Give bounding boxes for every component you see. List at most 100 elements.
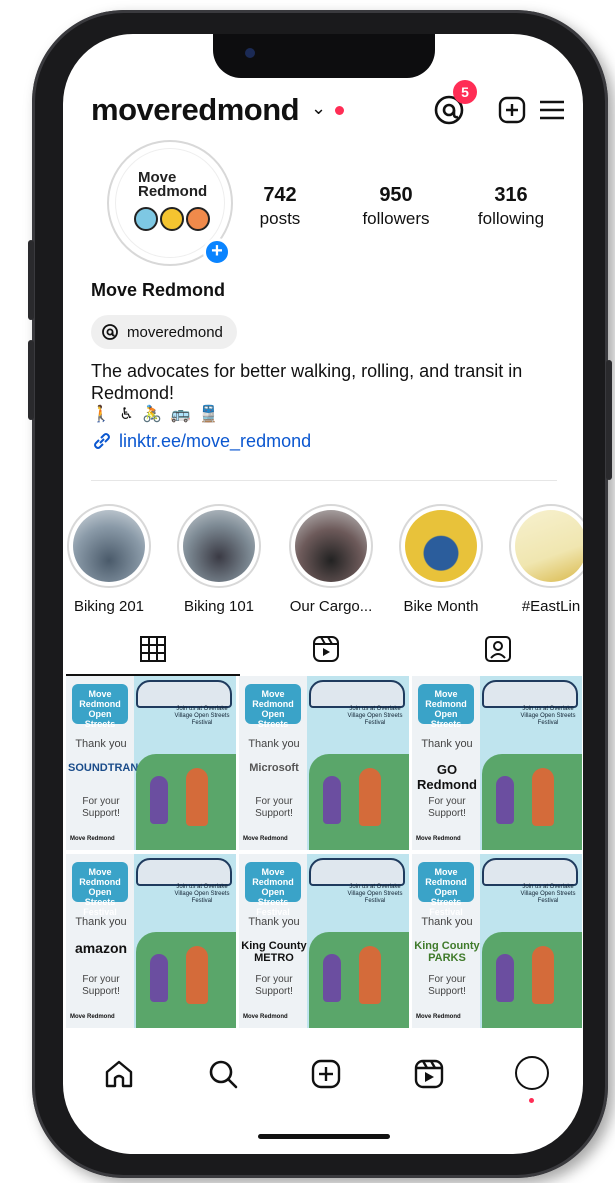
bio-link[interactable]: linktr.ee/move_redmond [91, 430, 311, 452]
highlight-biking-201[interactable]: Biking 201 [63, 504, 157, 615]
following-count: 316 [494, 184, 528, 206]
tab-posts-grid[interactable] [138, 634, 168, 664]
post-footer: Move Redmond [416, 1014, 461, 1020]
followers-count: 950 [379, 184, 413, 206]
posts-stat[interactable]: 742 posts [235, 184, 325, 229]
post-support: For your Support! [82, 974, 120, 997]
post-support: For your Support! [82, 796, 120, 819]
highlight-thumbnail [405, 510, 477, 582]
username[interactable]: moveredmond [91, 92, 300, 128]
post-support: For your Support! [255, 796, 293, 819]
post-footer: Move Redmond [243, 836, 288, 842]
bio-link-text: linktr.ee/move_redmond [119, 430, 312, 451]
highlight-label: Bike Month [403, 598, 479, 615]
threads-handle: moveredmond [127, 323, 223, 341]
avatar-mode-icons [134, 207, 210, 231]
post-tile[interactable]: Move Redmond Open Streets Thank you Micr… [239, 676, 409, 850]
following-stat[interactable]: 316 following [461, 184, 561, 229]
followers-stat[interactable]: 950 followers [346, 184, 446, 229]
highlight-thumbnail [73, 510, 145, 582]
figure-illustration [359, 768, 381, 826]
reels-icon [313, 636, 339, 662]
train-illustration [136, 858, 232, 886]
phone-power-button [606, 360, 612, 480]
post-thanks: Thank you [248, 738, 300, 750]
home-indicator [258, 1134, 390, 1139]
create-icon[interactable] [308, 1056, 344, 1092]
phone-side-button [28, 340, 34, 420]
post-tile[interactable]: Move Redmond Open Streets Thank you SOUN… [66, 676, 236, 850]
highlight-bike-month[interactable]: Bike Month [393, 504, 489, 615]
profile-header: moveredmond ⌄ 5 [91, 80, 564, 132]
post-sponsor: Microsoft [249, 762, 299, 774]
train-illustration [309, 858, 405, 886]
divider [91, 480, 557, 481]
bio-text: The advocates for better walking, rollin… [91, 361, 523, 403]
hamburger-menu-icon[interactable] [536, 94, 568, 126]
camera-icon [245, 48, 255, 58]
train-illustration [136, 680, 232, 708]
highlight-thumbnail [183, 510, 255, 582]
figure-illustration [323, 954, 341, 1002]
post-sponsor: GO Redmond [417, 762, 477, 792]
threads-icon [102, 324, 118, 340]
post-tile[interactable]: Move Redmond Open Streets Festival Thank… [66, 854, 236, 1028]
highlight-ring [289, 504, 373, 588]
post-logo: Move Redmond Open Streets Festival [72, 862, 128, 917]
tab-reels[interactable] [311, 634, 341, 664]
profile-avatar-icon[interactable] [515, 1056, 549, 1090]
search-icon[interactable] [205, 1056, 241, 1092]
figure-illustration [496, 776, 514, 824]
posts-count: 742 [263, 184, 297, 206]
post-sponsor: amazon [74, 940, 128, 956]
post-footer: Move Redmond [70, 836, 115, 842]
posts-label: posts [259, 209, 301, 228]
avatar-logo-text: Move Redmond [138, 170, 208, 200]
notch [213, 34, 435, 78]
add-story-button[interactable]: + [203, 238, 231, 266]
post-tile[interactable]: Move Redmond Open Streets Festival Thank… [412, 854, 582, 1028]
post-tile[interactable]: Move Redmond Open Streets Festival Thank… [239, 854, 409, 1028]
post-thanks: Thank you [248, 916, 300, 928]
highlight-biking-101[interactable]: Biking 101 [171, 504, 267, 615]
highlight-ring [177, 504, 261, 588]
home-icon[interactable] [101, 1056, 137, 1092]
highlight-eastlink[interactable]: #EastLin [503, 504, 583, 615]
post-thanks: Thank you [75, 916, 127, 928]
highlight-our-cargo[interactable]: Our Cargo... [283, 504, 379, 615]
highlight-ring [67, 504, 151, 588]
highlight-label: Biking 101 [183, 598, 255, 615]
bio-emojis: 🚶 ♿ 🚴 🚌 🚆 [91, 406, 221, 423]
post-footer: Move Redmond [243, 1014, 288, 1020]
post-event-info: Join us at Overlake Village Open Streets… [520, 706, 576, 726]
post-tile[interactable]: Move Redmond Open Streets Thank you GO R… [412, 676, 582, 850]
reels-icon[interactable] [411, 1056, 447, 1092]
post-logo: Move Redmond Open Streets [72, 684, 128, 729]
post-thanks: Thank you [421, 916, 473, 928]
post-logo: Move Redmond Open Streets [245, 684, 301, 729]
post-support: For your Support! [255, 974, 293, 997]
figure-illustration [532, 768, 554, 826]
status-dot [529, 1098, 534, 1103]
figure-illustration [186, 768, 208, 826]
status-dot [335, 106, 344, 115]
notification-badge: 5 [453, 80, 477, 104]
chevron-down-icon[interactable]: ⌄ [311, 98, 326, 119]
highlight-ring [399, 504, 483, 588]
highlight-label: Biking 201 [73, 598, 145, 615]
tab-tagged[interactable] [483, 634, 513, 664]
post-sponsor: King County METRO [241, 940, 307, 964]
figure-illustration [323, 776, 341, 824]
post-footer: Move Redmond [70, 1014, 115, 1020]
bottom-nav [63, 1056, 583, 1116]
tagged-user-icon [485, 636, 511, 662]
posts-grid: Move Redmond Open Streets Thank you SOUN… [66, 676, 583, 1028]
threads-handle-pill[interactable]: moveredmond [91, 315, 237, 349]
post-support: For your Support! [428, 974, 466, 997]
create-post-button[interactable] [496, 94, 528, 126]
avatar-text-line: Redmond [138, 183, 208, 200]
post-sponsor: SOUNDTRANSIT [68, 762, 156, 774]
figure-illustration [150, 776, 168, 824]
highlight-ring [509, 504, 583, 588]
figure-illustration [496, 954, 514, 1002]
